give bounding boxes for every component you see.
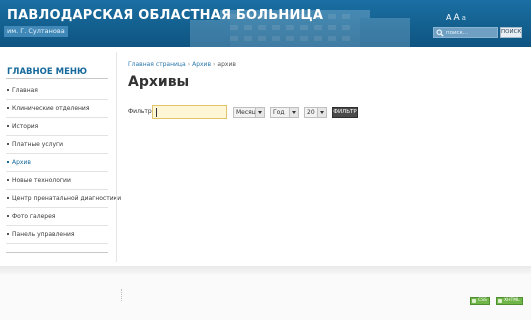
menu-separator xyxy=(6,135,108,136)
bullet-icon xyxy=(7,232,9,235)
menu-separator xyxy=(6,225,108,226)
font-size-tools: AAa xyxy=(446,13,468,23)
sidebar: ГЛАВНОЕ МЕНЮ Главная Клинические отделен… xyxy=(0,47,121,265)
bullet-icon xyxy=(7,214,9,217)
menu-separator xyxy=(6,99,108,100)
search-icon xyxy=(436,29,444,37)
filter-input[interactable] xyxy=(152,105,227,119)
filter-label: Фильтр xyxy=(128,108,152,115)
menu-bottom-rule xyxy=(6,252,108,253)
footer-divider xyxy=(121,289,122,301)
site-subtitle: им. Г. Султанова xyxy=(4,26,68,37)
search-button[interactable]: ПОИСК xyxy=(500,27,522,38)
font-decrease-button[interactable]: A xyxy=(446,13,451,22)
sidebar-item-new-technologies[interactable]: Новые технологии xyxy=(7,174,111,188)
chevron-down-icon xyxy=(289,108,298,117)
bullet-icon xyxy=(7,196,9,199)
menu-separator xyxy=(6,243,108,244)
bullet-icon xyxy=(7,178,9,181)
sidebar-item-control-panel[interactable]: Панель управления xyxy=(7,228,111,242)
month-select[interactable]: Месяц xyxy=(233,107,265,118)
css-valid-badge[interactable]: CSS xyxy=(470,297,490,305)
year-select[interactable]: Год xyxy=(270,107,299,118)
site-header: ПАВЛОДАРСКАЯ ОБЛАСТНАЯ БОЛЬНИЦА им. Г. С… xyxy=(0,0,531,47)
text-caret xyxy=(156,108,157,117)
site-title[interactable]: ПАВЛОДАРСКАЯ ОБЛАСТНАЯ БОЛЬНИЦА xyxy=(7,8,323,23)
bullet-icon xyxy=(7,124,9,127)
menu-separator xyxy=(6,117,108,118)
footer-shadow xyxy=(0,266,531,274)
sidebar-item-archive[interactable]: Архив xyxy=(7,156,111,170)
sidebar-item-home[interactable]: Главная xyxy=(7,84,111,98)
chevron-down-icon xyxy=(317,108,326,117)
font-increase-button[interactable]: A xyxy=(453,13,459,23)
menu-title-underline xyxy=(6,78,108,79)
breadcrumb: Главная страница › Архив › архив xyxy=(128,61,236,68)
menu-separator xyxy=(6,207,108,208)
sidebar-divider xyxy=(116,52,117,262)
menu-separator xyxy=(6,189,108,190)
search-input[interactable] xyxy=(446,28,497,37)
sidebar-item-clinical-departments[interactable]: Клинические отделения xyxy=(7,102,111,116)
bullet-icon xyxy=(7,160,9,163)
check-icon xyxy=(472,299,476,303)
breadcrumb-archive-link[interactable]: Архив xyxy=(192,61,211,68)
limit-select[interactable]: 20 xyxy=(304,107,327,118)
main-menu-title: ГЛАВНОЕ МЕНЮ xyxy=(7,67,87,77)
chevron-down-icon xyxy=(255,108,264,117)
search-box xyxy=(433,27,498,38)
sidebar-item-history[interactable]: История xyxy=(7,120,111,134)
menu-separator xyxy=(6,153,108,154)
bullet-icon xyxy=(7,88,9,91)
sidebar-item-photo-gallery[interactable]: Фото галерея xyxy=(7,210,111,224)
page-root: ПАВЛОДАРСКАЯ ОБЛАСТНАЯ БОЛЬНИЦА им. Г. С… xyxy=(0,0,531,320)
breadcrumb-home-link[interactable]: Главная страница xyxy=(128,61,186,68)
breadcrumb-separator: › xyxy=(213,61,216,68)
xhtml-valid-badge[interactable]: XHTML xyxy=(496,297,523,305)
bullet-icon xyxy=(7,142,9,145)
filter-button[interactable]: ФИЛЬТР xyxy=(332,107,358,118)
bullet-icon xyxy=(7,106,9,109)
sidebar-item-paid-services[interactable]: Платные услуги xyxy=(7,138,111,152)
font-reset-button[interactable]: a xyxy=(462,14,466,22)
page-title: Архивы xyxy=(128,74,190,90)
breadcrumb-separator: › xyxy=(187,61,191,68)
sidebar-item-prenatal-center[interactable]: Центр пренатальной диагностики xyxy=(7,192,121,206)
breadcrumb-current: архив xyxy=(217,61,236,68)
site-footer xyxy=(0,274,531,320)
menu-separator xyxy=(6,171,108,172)
check-icon xyxy=(498,299,502,303)
